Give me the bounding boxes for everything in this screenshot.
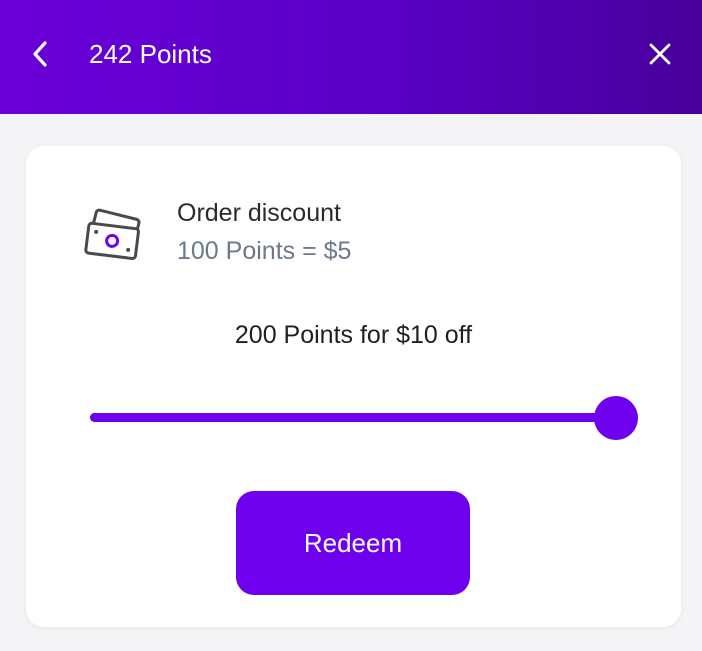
close-icon xyxy=(649,43,671,65)
reward-title: Order discount xyxy=(177,199,341,227)
back-button[interactable] xyxy=(22,34,58,74)
header-bar: 242 Points xyxy=(0,0,702,114)
reward-rate: 100 Points = $5 xyxy=(177,237,352,265)
close-button[interactable] xyxy=(640,34,680,74)
points-slider[interactable] xyxy=(90,396,638,440)
slider-fill xyxy=(90,413,616,422)
selected-points-text: 200 Points for $10 off xyxy=(234,321,473,349)
chevron-left-icon xyxy=(33,41,47,67)
reward-card: Order discount 100 Points = $5 200 Point… xyxy=(26,146,681,627)
money-bills-icon xyxy=(84,208,141,260)
slider-thumb[interactable] xyxy=(594,396,638,440)
points-balance-title: 242 Points xyxy=(89,39,212,69)
redeem-button[interactable]: Redeem xyxy=(236,491,470,595)
